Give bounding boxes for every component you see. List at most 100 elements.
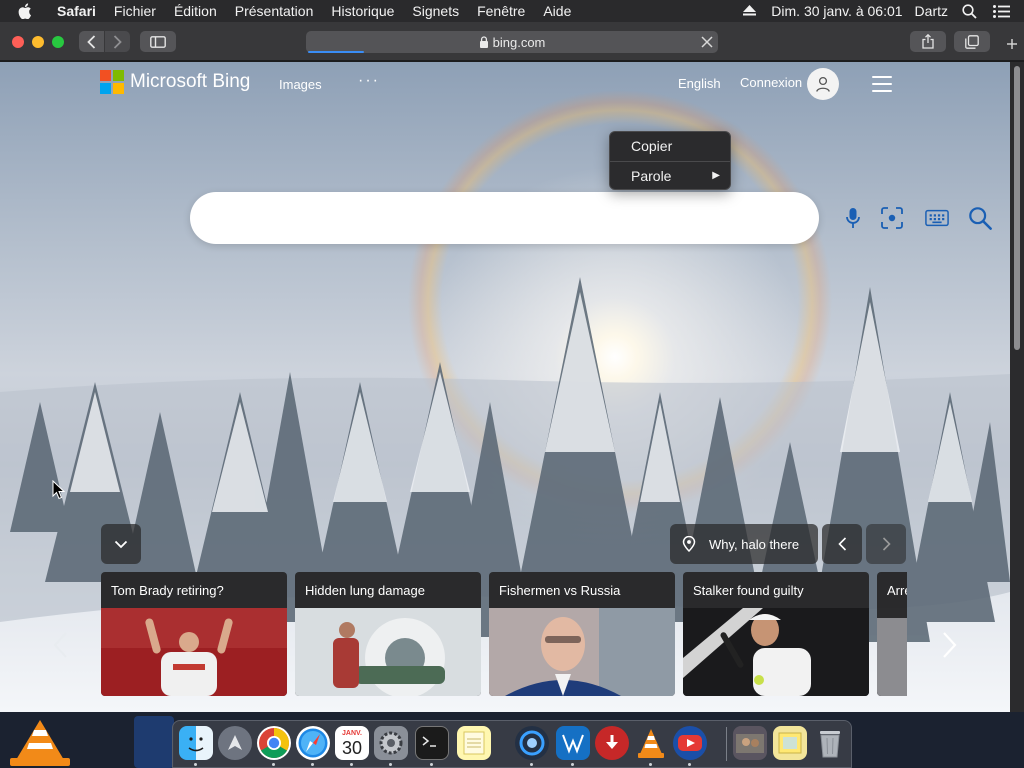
context-menu: Copier Parole ▶ (609, 131, 731, 190)
photo-stack-icon[interactable] (733, 726, 767, 760)
context-menu-speech[interactable]: Parole ▶ (610, 162, 732, 190)
dock: JANV. 30 (172, 720, 852, 768)
address-bar[interactable]: bing.com (306, 31, 718, 53)
page-scrollbar[interactable] (1010, 62, 1024, 712)
image-title: Why, halo there (709, 536, 800, 552)
news-card[interactable]: Hidden lung damage (295, 572, 481, 696)
downloader-icon[interactable] (595, 726, 629, 760)
news-card-thumbnail (683, 608, 869, 696)
news-card-title: Hidden lung damage (305, 583, 425, 598)
mouse-cursor-icon (52, 480, 66, 500)
hamburger-menu-icon[interactable] (872, 76, 892, 92)
menubar-user[interactable]: Dartz (915, 3, 948, 19)
nav-images-link[interactable]: Images (279, 77, 322, 92)
bing-logo[interactable]: Microsoft Bing (100, 70, 250, 94)
vlc-icon[interactable] (634, 726, 668, 760)
news-card[interactable]: Arre (877, 572, 907, 696)
notes-icon[interactable] (457, 726, 491, 760)
proxyman-icon[interactable] (515, 726, 549, 760)
vscode-icon[interactable] (556, 726, 590, 760)
context-menu-speech-label: Parole (631, 168, 672, 184)
share-button[interactable] (910, 31, 946, 52)
youtube-app-icon[interactable] (673, 726, 707, 760)
chevron-left-icon (53, 632, 67, 658)
finder-icon[interactable] (179, 726, 213, 760)
collapse-feed-button[interactable] (101, 524, 141, 564)
running-indicator (272, 763, 275, 766)
forward-button[interactable] (105, 31, 130, 52)
spotlight-search-icon[interactable] (960, 2, 978, 20)
back-button[interactable] (79, 31, 104, 52)
address-text: bing.com (492, 34, 546, 50)
news-card-thumbnail (295, 608, 481, 696)
sidebar-icon (150, 35, 166, 48)
nav-more-button[interactable]: ··· (358, 72, 380, 90)
previous-image-button[interactable] (822, 524, 862, 564)
menu-edition[interactable]: Édition (165, 0, 226, 22)
menu-historique[interactable]: Historique (322, 0, 403, 22)
running-indicator (194, 763, 197, 766)
menubar-clock[interactable]: Dim. 30 janv. à 06:01 (771, 3, 902, 19)
hamburger-line (872, 76, 892, 78)
next-image-button[interactable] (866, 524, 906, 564)
chrome-icon[interactable] (257, 726, 291, 760)
bing-homepage: Microsoft Bing Images ··· English Connex… (0, 62, 1010, 712)
account-avatar-button[interactable] (807, 68, 839, 100)
tab-overview-button[interactable] (954, 31, 990, 52)
news-card-title: Stalker found guilty (693, 583, 804, 598)
stop-loading-icon[interactable] (700, 35, 714, 49)
stickies-stack-icon[interactable] (773, 726, 807, 760)
keyboard-icon[interactable] (925, 206, 949, 230)
search-icon[interactable] (968, 206, 992, 230)
news-carousel-next-button[interactable] (936, 630, 964, 660)
window-minimize-button[interactable] (32, 36, 44, 48)
news-card-title: Tom Brady retiring? (111, 583, 224, 598)
hamburger-line (872, 83, 892, 85)
lock-icon (479, 36, 488, 48)
running-indicator (571, 763, 574, 766)
calendar-icon[interactable]: JANV. 30 (335, 726, 369, 760)
news-card[interactable]: Tom Brady retiring? (101, 572, 287, 696)
running-indicator (350, 763, 353, 766)
trash-icon[interactable] (813, 726, 847, 760)
location-pin-icon (682, 536, 696, 552)
news-card-thumbnail (101, 608, 287, 696)
apple-icon[interactable] (18, 3, 40, 19)
scrollbar-thumb[interactable] (1014, 66, 1020, 350)
signin-link[interactable]: Connexion (740, 75, 802, 90)
tab-overview-icon (965, 34, 979, 49)
language-link[interactable]: English (678, 76, 721, 91)
safari-icon[interactable] (296, 726, 330, 760)
new-tab-button[interactable] (1000, 34, 1024, 54)
terminal-icon[interactable] (415, 726, 449, 760)
vlc-desktop-icon[interactable] (4, 716, 76, 768)
news-card[interactable]: Fishermen vs Russia (489, 572, 675, 696)
window-fullscreen-button[interactable] (52, 36, 64, 48)
menu-presentation[interactable]: Présentation (226, 0, 323, 22)
news-card-thumbnail (877, 608, 907, 696)
menu-fenetre[interactable]: Fenêtre (468, 0, 534, 22)
menu-fichier[interactable]: Fichier (105, 0, 165, 22)
menu-signets[interactable]: Signets (403, 0, 468, 22)
notification-center-icon[interactable] (992, 2, 1010, 20)
context-menu-copy[interactable]: Copier (610, 132, 732, 160)
visual-search-icon[interactable] (880, 206, 904, 230)
microphone-icon[interactable] (841, 206, 865, 230)
image-info-button[interactable]: Why, halo there (670, 524, 818, 564)
menu-app-safari[interactable]: Safari (48, 0, 105, 22)
launchpad-icon[interactable] (218, 726, 252, 760)
news-card-title: Arre (887, 583, 907, 598)
sidebar-toggle-button[interactable] (140, 31, 176, 52)
eject-icon[interactable] (743, 3, 757, 19)
desktop-window-edge (134, 716, 174, 768)
ms-square-blue (100, 83, 111, 94)
window-close-button[interactable] (12, 36, 24, 48)
search-input[interactable] (190, 192, 992, 244)
chevron-left-icon (837, 537, 846, 551)
bing-brand-text: Microsoft Bing (130, 71, 251, 92)
user-icon (816, 76, 830, 92)
news-card[interactable]: Stalker found guilty (683, 572, 869, 696)
system-preferences-icon[interactable] (374, 726, 408, 760)
news-carousel-prev-button[interactable] (46, 630, 74, 660)
menu-aide[interactable]: Aide (534, 0, 580, 22)
